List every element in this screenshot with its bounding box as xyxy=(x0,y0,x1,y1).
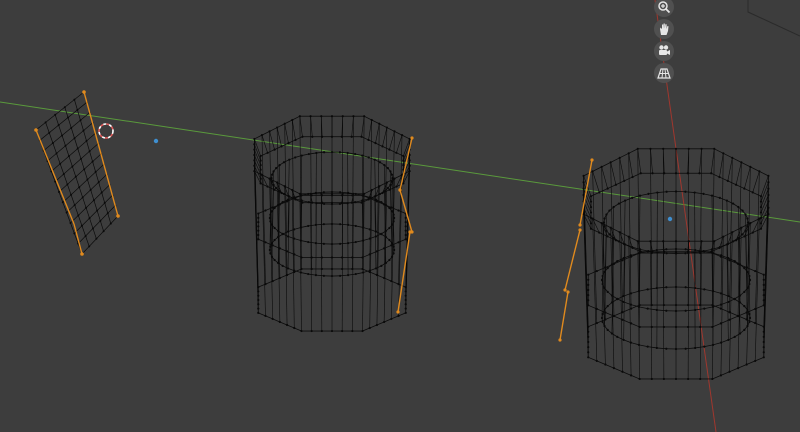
3d-cursor[interactable] xyxy=(98,123,114,139)
cup-mesh-center[interactable] xyxy=(253,115,414,333)
pan-button[interactable] xyxy=(654,19,674,39)
object-origin-dot xyxy=(153,138,159,144)
hand-pan-icon xyxy=(660,23,669,35)
perspective-grid-icon xyxy=(657,68,671,79)
cup-mesh-right[interactable] xyxy=(558,147,770,381)
window-corner-outline xyxy=(747,0,800,37)
camera-icon xyxy=(659,45,670,55)
camera-view-button[interactable] xyxy=(654,41,674,61)
y-axis-line xyxy=(0,101,800,223)
zoom-icon xyxy=(658,1,671,14)
object-origin-dot xyxy=(667,216,673,222)
scene-canvas[interactable] xyxy=(0,0,800,432)
plane-mesh[interactable] xyxy=(34,90,120,256)
3d-viewport[interactable] xyxy=(0,0,800,432)
perspective-toggle-button[interactable] xyxy=(654,63,674,83)
